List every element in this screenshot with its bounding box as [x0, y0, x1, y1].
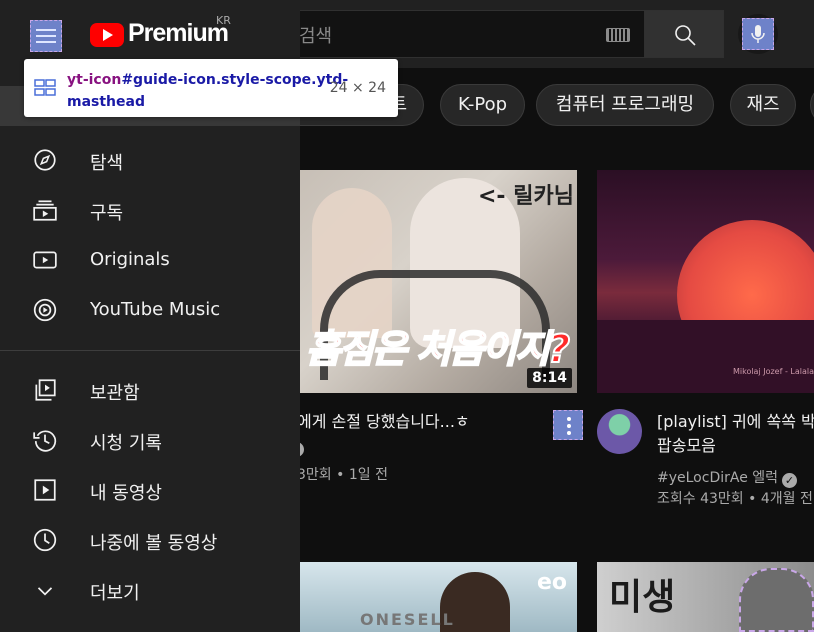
search-input[interactable]: 검색	[286, 10, 644, 58]
thumbnail-credit: Mikolaj Jozef - Lalala	[732, 367, 814, 376]
sidebar-item-youtube-music[interactable]: YouTube Music	[0, 289, 300, 329]
video-meta: 조회수 43만회 • 4개월 전	[657, 491, 813, 507]
element-grid-icon	[34, 79, 56, 96]
video-title-line: 팝송모음	[657, 436, 716, 455]
video-title-line: [playlist] 귀에 쏙쏙 박	[657, 412, 814, 431]
thumbnail-caption: 홈짐은 처음이지?	[305, 326, 571, 372]
inspector-tooltip: yt-icon#guide-icon.style-scope.ytd-masth…	[24, 59, 398, 117]
originals-icon	[33, 251, 57, 269]
subscriptions-icon	[33, 200, 57, 221]
sidebar-item-originals[interactable]: Originals	[0, 239, 300, 279]
thumbnail-figure	[739, 568, 814, 632]
thumbnail-tag: <- 릴카님	[478, 184, 574, 209]
sidebar-item-watch-later[interactable]: 나중에 볼 동영상	[0, 519, 300, 559]
sidebar-item-history[interactable]: 시청 기록	[0, 419, 300, 459]
thumbnail-caption: 미생	[609, 577, 676, 618]
element-size: 24 × 24	[329, 80, 386, 96]
video-thumbnail[interactable]: 미생	[597, 562, 814, 632]
element-selector: yt-icon#guide-icon.style-scope.ytd-masth…	[67, 69, 357, 113]
keyboard-icon[interactable]	[606, 28, 630, 42]
sidebar-item-explore[interactable]: 탐색	[0, 139, 300, 179]
sidebar-item-label: 나중에 볼 동영상	[90, 533, 218, 554]
my-videos-icon	[34, 479, 56, 501]
search-button[interactable]	[644, 10, 724, 58]
video-thumbnail[interactable]: <- 릴카님 홈짐은 처음이지? 8:14	[300, 170, 577, 393]
video-thumbnail[interactable]: ONESELL eo	[300, 562, 577, 632]
library-icon	[35, 379, 56, 401]
music-icon	[33, 298, 57, 322]
sidebar-item-label: 구독	[90, 203, 124, 224]
voice-search-button[interactable]	[738, 14, 778, 54]
region-code: KR	[216, 14, 231, 27]
chip-jazz[interactable]: 재즈	[730, 84, 796, 126]
sidebar-item-label: 시청 기록	[90, 433, 162, 454]
compass-icon	[34, 149, 56, 171]
video-title[interactable]: 에게 손절 당했습니다...ㅎ	[297, 410, 547, 434]
video-thumbnail[interactable]: Mikolaj Jozef - Lalala	[597, 170, 814, 393]
thumbnail-figure	[597, 320, 814, 393]
chip[interactable]	[810, 84, 814, 126]
sidebar-item-subscriptions[interactable]: 구독	[0, 189, 300, 229]
watch-later-icon	[33, 528, 57, 552]
sidebar-item-library[interactable]: 보관함	[0, 369, 300, 409]
sidebar-item-label: YouTube Music	[90, 299, 221, 320]
verified-icon: ✓	[782, 473, 798, 488]
search-icon	[675, 25, 696, 46]
youtube-play-icon	[90, 23, 124, 47]
guide-menu-button[interactable]	[30, 20, 62, 52]
sidebar-divider	[0, 350, 300, 351]
chevron-down-icon	[37, 587, 53, 596]
element-tag: yt-icon	[67, 72, 122, 88]
chip-kpop[interactable]: K-Pop	[440, 84, 525, 126]
sidebar-item-label: 더보기	[90, 583, 140, 604]
video-title[interactable]: [playlist] 귀에 쏙쏙 박 팝송모음	[657, 410, 814, 458]
channel-name-text: #yeLocDirAe 엘럭	[657, 470, 779, 486]
thumbnail-brand: ONESELL	[360, 610, 455, 629]
sidebar-item-show-more[interactable]: 더보기	[0, 569, 300, 609]
chip-programming[interactable]: 컴퓨터 프로그래밍	[536, 84, 714, 126]
sidebar-item-label: Originals	[90, 249, 170, 270]
video-meta: 3만회 • 1일 전	[297, 467, 388, 483]
more-actions-button[interactable]	[553, 410, 583, 440]
video-duration: 8:14	[527, 368, 572, 388]
channel-avatar[interactable]	[597, 409, 642, 454]
channel-watermark: eo	[536, 570, 567, 595]
sidebar-item-label: 보관함	[90, 383, 140, 404]
channel-name[interactable]: #yeLocDirAe 엘럭 ✓	[657, 467, 798, 488]
logo-text: Premium	[128, 19, 229, 47]
sidebar-item-label: 내 동영상	[90, 483, 162, 504]
sidebar-item-label: 탐색	[90, 153, 124, 174]
search-placeholder: 검색	[299, 26, 333, 47]
history-icon	[33, 430, 57, 452]
sidebar-item-my-videos[interactable]: 내 동영상	[0, 469, 300, 509]
microphone-icon	[751, 25, 765, 43]
